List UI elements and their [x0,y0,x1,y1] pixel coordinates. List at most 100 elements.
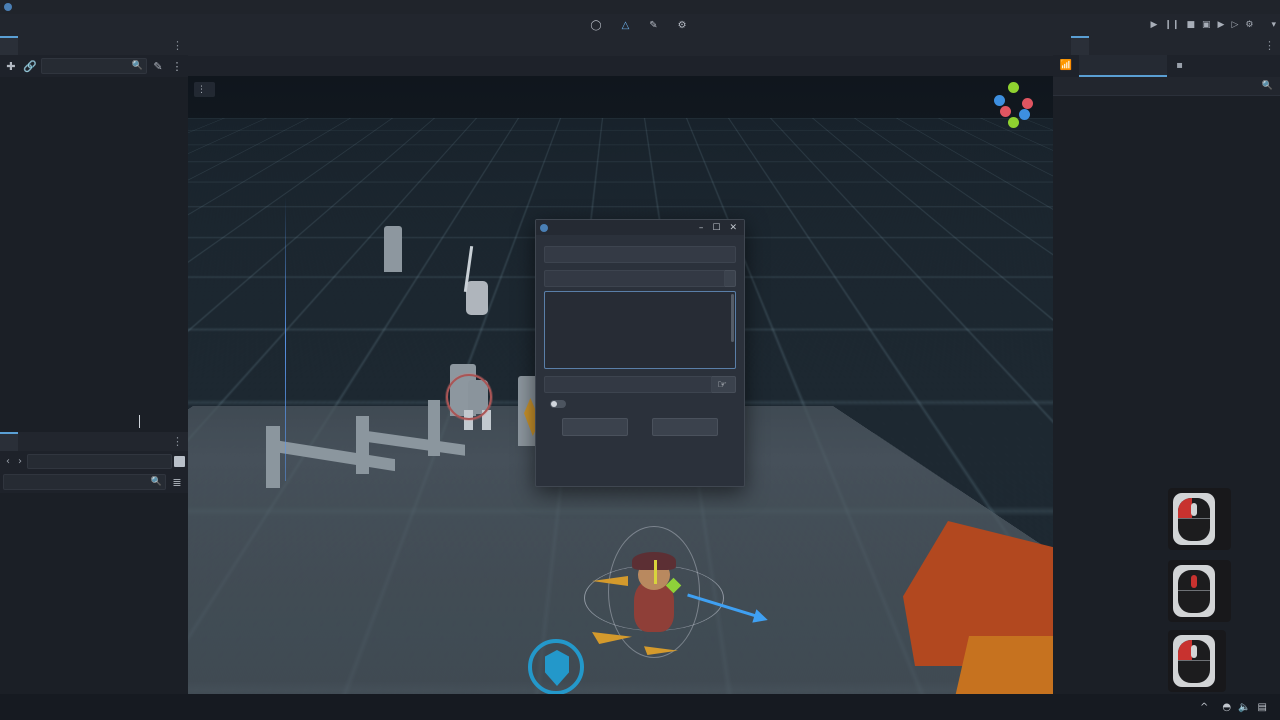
subtab-signals[interactable] [1079,55,1167,77]
dialog-tree-scrollbar[interactable] [731,294,734,342]
maximize-icon[interactable]: ☐ [712,223,720,233]
tab-assetlib[interactable]: ⚙ [675,19,693,32]
gizmo-y-positive[interactable] [1008,82,1019,93]
viewport-toolbar [188,56,1053,76]
chevron-left-icon[interactable]: ‹ [3,456,13,467]
target-marker [446,374,492,420]
watermark [528,636,758,698]
gizmo-z-negative[interactable] [994,95,1005,106]
chevron-right-icon[interactable]: › [15,456,25,467]
tab-2d[interactable]: ◯ [587,19,607,32]
tab-scene[interactable] [0,36,18,55]
system-tray: ^ ◓ 🔈 ▤ [1200,694,1274,720]
vertical-dots-icon[interactable]: ⋮ [169,58,185,74]
godot-icon [540,223,548,232]
skeleton-minion-mesh [466,281,488,315]
tab-inspector[interactable] [1053,36,1071,55]
tab-3d[interactable]: △ [619,19,636,32]
node-filter-input[interactable] [544,270,725,287]
gizmo-y-negative[interactable] [1008,117,1019,128]
tab-import[interactable] [18,36,36,55]
subtab-groups[interactable] [1193,55,1280,77]
os-taskbar: ^ ◓ 🔈 ▤ [0,694,1280,720]
tab-script[interactable]: ✎ [646,19,663,32]
chevron-down-icon[interactable]: ▾ [1271,20,1276,30]
inspector-panel-tabs: ⋮ [1053,36,1280,55]
wifi-icon[interactable]: ◓ [1222,702,1231,713]
play-icon[interactable]: ▶ [1151,20,1158,30]
menu-item-project[interactable] [16,23,32,27]
vertical-dots-icon[interactable]: ⋮ [1264,39,1275,52]
dialog-node-tree[interactable] [544,291,736,369]
left-dock: ⋮ ✚ 🔗 🔍 ✎ ⋮ ⋮ ‹ › 🔍 ≣ [0,36,188,720]
mouse-middle-click-icon [1173,565,1215,617]
gizmo-z-positive[interactable] [1019,109,1030,120]
vertical-dots-icon[interactable]: ⋮ [172,39,183,52]
pause-icon[interactable]: ❙❙ [1164,20,1179,30]
minimize-icon[interactable]: – [699,223,704,233]
menu-item-debug[interactable] [32,23,48,27]
node-subtabs: 📶 ▪ [1053,55,1280,77]
fence-post [428,400,440,456]
search-icon: 🔍 [1261,81,1273,91]
axis-gizmo[interactable] [991,82,1037,128]
menu-item-scene[interactable] [0,23,16,27]
mouse-left-click-icon [1173,635,1215,687]
group-icon: ▪ [1176,60,1183,71]
split-mode-icon[interactable] [174,455,185,467]
signal-filter-input[interactable]: 🔍 [1053,77,1280,96]
dialog-buttons [544,418,736,436]
perspective-menu[interactable]: ⋮ [194,82,215,97]
menu-item-editor[interactable] [48,23,64,27]
stop-icon[interactable]: ■ [1187,20,1196,30]
advanced-row [544,400,736,408]
tab-filesystem[interactable] [0,432,18,451]
gizmo-x-positive[interactable] [1022,98,1033,109]
cancel-button[interactable] [652,418,718,436]
taskbar-icon-row [0,694,1280,720]
remote-debug-icon[interactable]: ⚙ [1245,20,1253,30]
close-icon[interactable]: ✕ [729,223,737,233]
receiver-method-input[interactable] [544,376,713,393]
scene-tab-bar [188,36,1053,56]
go-to-source-button[interactable] [725,270,736,287]
file-filter-input[interactable]: 🔍 [3,474,166,490]
tombstone [384,226,402,272]
pick-icon: ☞ [717,378,727,391]
vertical-dots-icon[interactable]: ⋮ [172,435,183,448]
pick-button[interactable]: ☞ [712,376,736,393]
chevron-up-icon[interactable]: ^ [1200,702,1208,713]
link-icon[interactable]: 🔗 [22,58,38,74]
advanced-toggle[interactable] [550,400,566,408]
gizmo-x-negative[interactable] [1000,106,1011,117]
volume-icon[interactable]: 🔈 [1238,702,1250,713]
window-title-bar [0,0,1280,14]
mouse-hint-overlay [1168,630,1226,692]
viewport-horizon [188,118,1053,119]
filesystem-path[interactable] [27,453,172,469]
search-icon: 🔍 [131,61,143,71]
battery-icon[interactable]: ▤ [1258,702,1267,713]
house-chimney [783,168,799,202]
gizmo-y-handle[interactable] [654,560,657,584]
tab-history[interactable] [1089,36,1107,55]
script-icon: ✎ [649,19,658,31]
tab-node[interactable] [1071,36,1089,55]
godot-icon [4,3,12,11]
script-icon[interactable]: ✎ [150,58,166,74]
play-scene-icon[interactable]: ▶ [1218,20,1225,30]
inspector-dock: ⋮ 📶 ▪ 🔍 [1053,36,1280,720]
plus-icon[interactable]: ✚ [3,58,19,74]
connect-signal-dialog: – ☐ ✕ ☞ [535,219,745,487]
2d-icon: ◯ [590,19,602,31]
watermark-logo-icon [528,639,584,695]
connect-button[interactable] [562,418,628,436]
filesystem-filter-row: 🔍 ≣ [0,471,188,493]
text-caret [139,415,140,428]
scene-panel-tabs: ⋮ [0,36,188,55]
play-custom-scene-icon[interactable]: ▷ [1231,20,1238,30]
menu-item-help[interactable] [64,23,80,27]
movie-writer-icon[interactable]: ▣ [1202,20,1211,30]
scene-filter-input[interactable]: 🔍 [41,58,147,74]
sort-icon[interactable]: ≣ [169,474,185,490]
